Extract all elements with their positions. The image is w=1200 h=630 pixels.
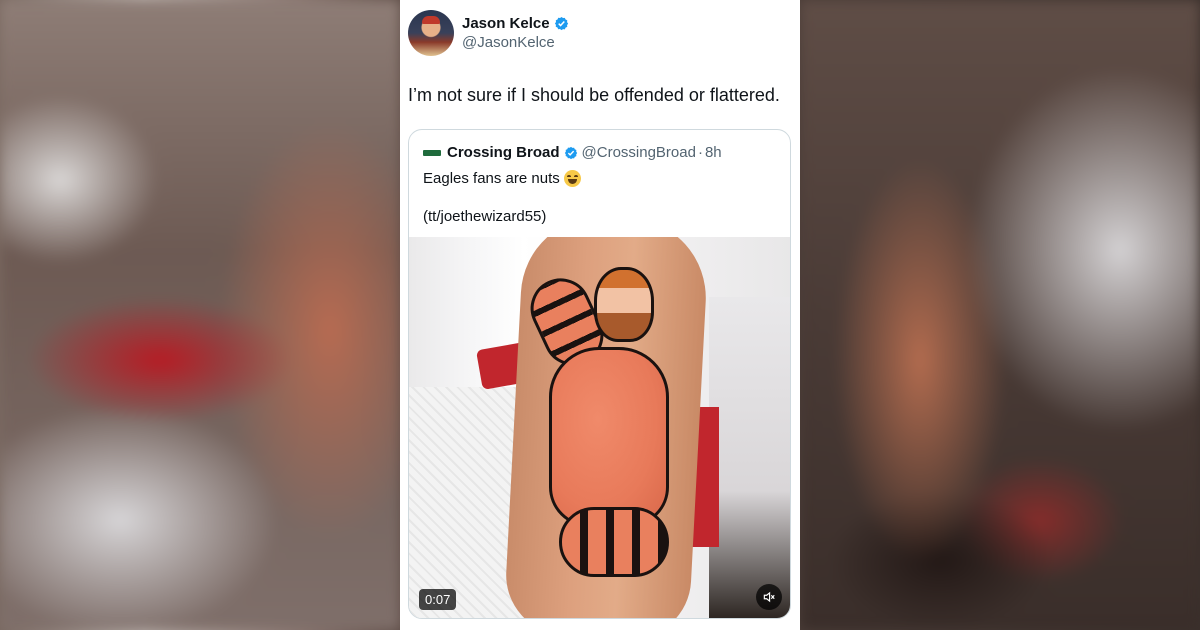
verified-badge-icon xyxy=(554,16,568,31)
author-name[interactable]: Jason Kelce xyxy=(462,15,550,32)
tweet-text: I’m not sure if I should be offended or … xyxy=(408,85,780,105)
avatar[interactable] xyxy=(408,10,454,56)
author-handle[interactable]: @JasonKelce xyxy=(462,34,569,51)
tweet-author[interactable]: Jason Kelce @JasonKelce xyxy=(408,10,569,56)
laughing-tears-emoji-icon xyxy=(563,170,581,187)
crossing-broad-logo-icon xyxy=(423,149,441,156)
video-timestamp: 0:07 xyxy=(419,589,457,610)
tattoo-head xyxy=(594,267,654,342)
quoted-author-name[interactable]: Crossing Broad xyxy=(447,144,560,161)
separator-dot: · xyxy=(697,144,703,161)
blurred-background-left xyxy=(0,0,400,630)
mute-button[interactable] xyxy=(756,584,782,610)
tattoo-leg xyxy=(559,507,669,577)
tattoo-body xyxy=(549,347,669,527)
quoted-timestamp[interactable]: 8h xyxy=(705,144,722,161)
quoted-author-handle[interactable]: @CrossingBroad xyxy=(582,144,696,161)
video-player[interactable]: 0:07 xyxy=(409,237,790,618)
tweet-card: Jason Kelce @JasonKelce I’m not sure if … xyxy=(400,0,800,630)
verified-badge-icon xyxy=(564,146,577,159)
quoted-text-line2: (tt/joethewizard55) xyxy=(423,208,547,225)
blurred-background-right xyxy=(800,0,1200,630)
quoted-tweet[interactable]: Crossing Broad @CrossingBroad · 8h Eagle… xyxy=(408,129,791,619)
quoted-text-line1: Eagles fans are nuts xyxy=(423,170,560,187)
speaker-muted-icon xyxy=(763,591,775,603)
